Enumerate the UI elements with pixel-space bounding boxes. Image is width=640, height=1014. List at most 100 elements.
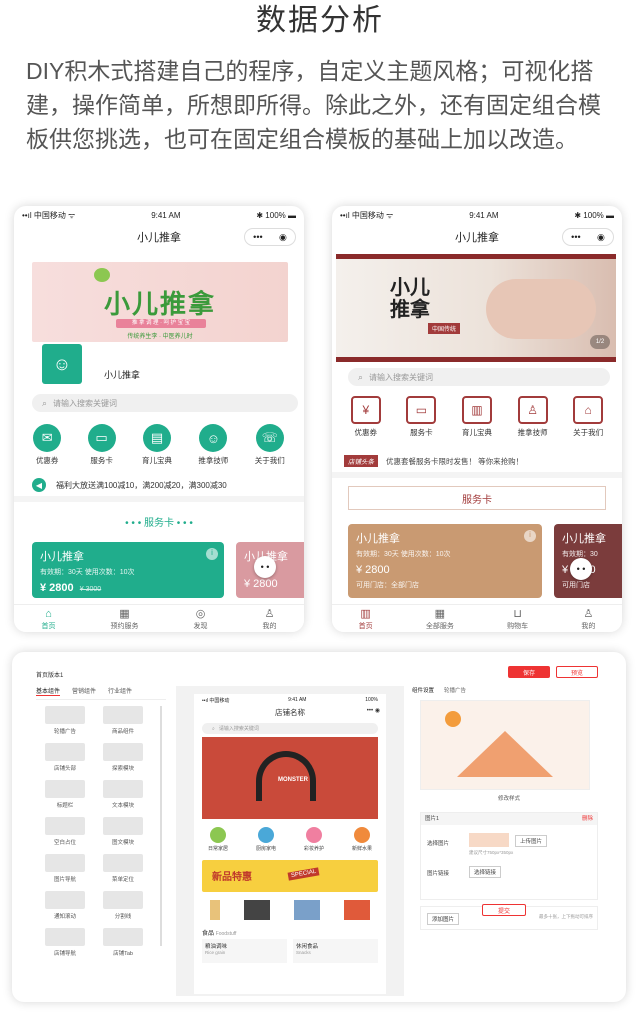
category-item[interactable]: 日常家居 [208, 827, 228, 852]
component-item[interactable]: 标题栏 [36, 780, 94, 809]
component-item[interactable]: 图片导航 [36, 854, 94, 883]
component-item[interactable]: 分割线 [94, 891, 152, 920]
close-target-icon[interactable]: ◉ [597, 232, 605, 243]
image-label: 图片1 [425, 816, 440, 822]
component-item[interactable]: 图文模块 [94, 817, 152, 846]
tab-marketing[interactable]: 营销组件 [72, 686, 96, 696]
style-preview[interactable] [420, 700, 590, 790]
nav-item-service-card[interactable]: ▭ 服务卡 [87, 424, 116, 466]
card-sub: 有效期：30天 使用次数：10次 [356, 551, 451, 558]
product-thumb[interactable] [344, 900, 370, 920]
banner[interactable]: 小儿推拿 中国传统 1/2 [336, 254, 616, 362]
palette-scrollbar[interactable] [160, 706, 162, 946]
tab-mine[interactable]: ♙ 我的 [581, 605, 595, 632]
tab-home[interactable]: ▥ 首页 [359, 605, 373, 632]
banner[interactable]: 小儿推拿 推 拿 调 理 · 呵 护 宝 宝 传统养生李 · 中医养儿时 [32, 262, 288, 342]
tab-discover[interactable]: ◎ 发现 [194, 605, 208, 632]
component-item[interactable]: 轮播广告 [36, 706, 94, 735]
close-target-icon[interactable]: ◉ [279, 232, 287, 243]
save-button[interactable]: 保存 [508, 666, 550, 678]
category-item[interactable]: 彩妆养护 [304, 827, 324, 852]
style-caption[interactable]: 修改样式 [412, 794, 606, 802]
tab-basic[interactable]: 基本组件 [36, 686, 61, 696]
food-item[interactable]: 休闲食品 Snacks [293, 939, 378, 963]
status-bar: ••ıl 中国移动 ᯤ 9:41 AM ✱ 100% ▬ [332, 206, 622, 224]
select-link-button[interactable]: 选择链接 [469, 866, 502, 878]
more-button[interactable]: • • [254, 556, 276, 578]
preview-search[interactable]: ⌕ 请输入搜索关键词 [202, 723, 378, 734]
submit-button[interactable]: 提交 [482, 904, 526, 916]
tab-cart[interactable]: ⊔ 购物车 [507, 605, 528, 632]
book-icon: ▤ [142, 424, 171, 452]
mini-program-capsule[interactable]: ••• ◉ [562, 228, 614, 246]
more-icon[interactable]: ••• [253, 232, 262, 242]
promo-banner[interactable]: 新品特惠 SPECIAL [202, 860, 378, 892]
component-label: 菜单定位 [111, 877, 134, 883]
category-item[interactable]: 厨房家电 [256, 827, 276, 852]
service-card[interactable]: 小儿推拿 有效期：30天 使用次数：10次 ¥ 2800 可用门店：全部门店 i [348, 524, 542, 598]
nav-item-therapist[interactable]: ☺ 推拿技师 [198, 424, 228, 466]
tab-booking[interactable]: ▦ 预约服务 [111, 605, 139, 632]
notice-bar[interactable]: ◀ 福利大放送满100减10，满200减20，满300减30 [14, 474, 304, 502]
add-image-button[interactable]: 添加图片 [427, 913, 460, 925]
component-item[interactable]: 探索模块 [94, 743, 152, 772]
component-label: 标题栏 [56, 803, 74, 809]
tab-carousel[interactable]: 轮播广告 [444, 686, 466, 694]
component-label: 店铺头部 [53, 766, 76, 772]
component-thumb [45, 817, 85, 835]
component-item[interactable]: 文本模块 [94, 780, 152, 809]
nav-item-therapist[interactable]: ♙ 推拿技师 [517, 396, 548, 438]
service-card[interactable]: 小儿推拿 有效期：30天 使用次数：10次 ¥ 2800 ¥ 3000 i [32, 542, 224, 598]
category-item[interactable]: 新鲜水果 [352, 827, 372, 852]
nav-item-about[interactable]: ☏ 关于我们 [255, 424, 285, 466]
component-label: 图文模块 [111, 840, 134, 846]
preview-button[interactable]: 预览 [556, 666, 598, 678]
tab-home[interactable]: ⌂ 首页 [42, 605, 56, 632]
preview-capsule[interactable]: ••• ◉ [367, 707, 380, 714]
nav-item-parenting[interactable]: ▥ 育儿宝典 [461, 396, 492, 438]
component-item[interactable]: 菜单定位 [94, 854, 152, 883]
component-thumb [103, 928, 143, 946]
component-item[interactable]: 店铺导航 [36, 928, 94, 957]
component-item[interactable]: 店铺Tab [94, 928, 152, 957]
nav-item-coupon[interactable]: ¥ 优惠券 [350, 396, 381, 438]
product-thumb[interactable] [244, 900, 270, 920]
battery: ✱ 100% ▬ [256, 210, 296, 220]
component-thumb [103, 780, 143, 798]
tab-mine[interactable]: ♙ 我的 [263, 605, 277, 632]
status-bar: ••ıl 中国移动 ᯤ 9:41 AM ✱ 100% ▬ [14, 206, 304, 224]
image-config: 图片1 删除 选择图片 上传图片 建议尺寸750px*350px 图片链接 选择… [420, 812, 598, 900]
user-icon: ♙ [264, 608, 275, 620]
nav-item-parenting[interactable]: ▤ 育儿宝典 [142, 424, 172, 466]
tab-industry[interactable]: 行业组件 [108, 686, 132, 696]
food-item[interactable]: 粮油调味 Rice grain [202, 939, 287, 963]
headline-bar[interactable]: 店铺头条 优惠套餐服务卡限时发售！ 等你来抢购！ [332, 450, 622, 478]
preview-banner[interactable]: MONSTER [202, 737, 378, 819]
more-button[interactable]: • • [570, 558, 592, 580]
product-thumb[interactable] [210, 900, 220, 920]
card-store: 可用门店 [562, 582, 590, 589]
component-item[interactable]: 商品组件 [94, 706, 152, 735]
person-icon: ☺ [199, 424, 228, 452]
search-input[interactable]: ⌕ 请输入搜索关键词 [32, 394, 298, 412]
nav-item-coupon[interactable]: ✉ 优惠券 [33, 424, 62, 466]
more-icon[interactable]: ••• [571, 232, 580, 242]
component-item[interactable]: 店铺头部 [36, 743, 94, 772]
category-icon [353, 827, 370, 843]
preview-phone: ••ıl 中国移动 9:41 AM 100% 店铺名称 ••• ◉ ⌕ 请输入搜索… [194, 694, 386, 994]
tab-label: 预约服务 [110, 623, 139, 630]
tab-all-services[interactable]: ▦ 全部服务 [426, 605, 454, 632]
search-input[interactable]: ⌕ 请输入搜索关键词 [348, 368, 610, 386]
product-thumb[interactable] [294, 900, 320, 920]
image-config-header: 图片1 删除 [421, 813, 597, 825]
mini-program-capsule[interactable]: ••• ◉ [244, 228, 296, 246]
component-item[interactable]: 通知滚动 [36, 891, 94, 920]
preview-title: 店铺名称 [275, 708, 305, 717]
delete-link[interactable]: 删除 [582, 813, 593, 825]
component-item[interactable]: 空白占位 [36, 817, 94, 846]
category-label: 彩妆养护 [303, 846, 324, 852]
nav-item-service-card[interactable]: ▭ 服务卡 [406, 396, 437, 438]
tab-component-settings[interactable]: 组件设置 [412, 686, 434, 694]
upload-button[interactable]: 上传图片 [515, 835, 548, 847]
nav-item-about[interactable]: ⌂ 关于我们 [573, 396, 604, 438]
